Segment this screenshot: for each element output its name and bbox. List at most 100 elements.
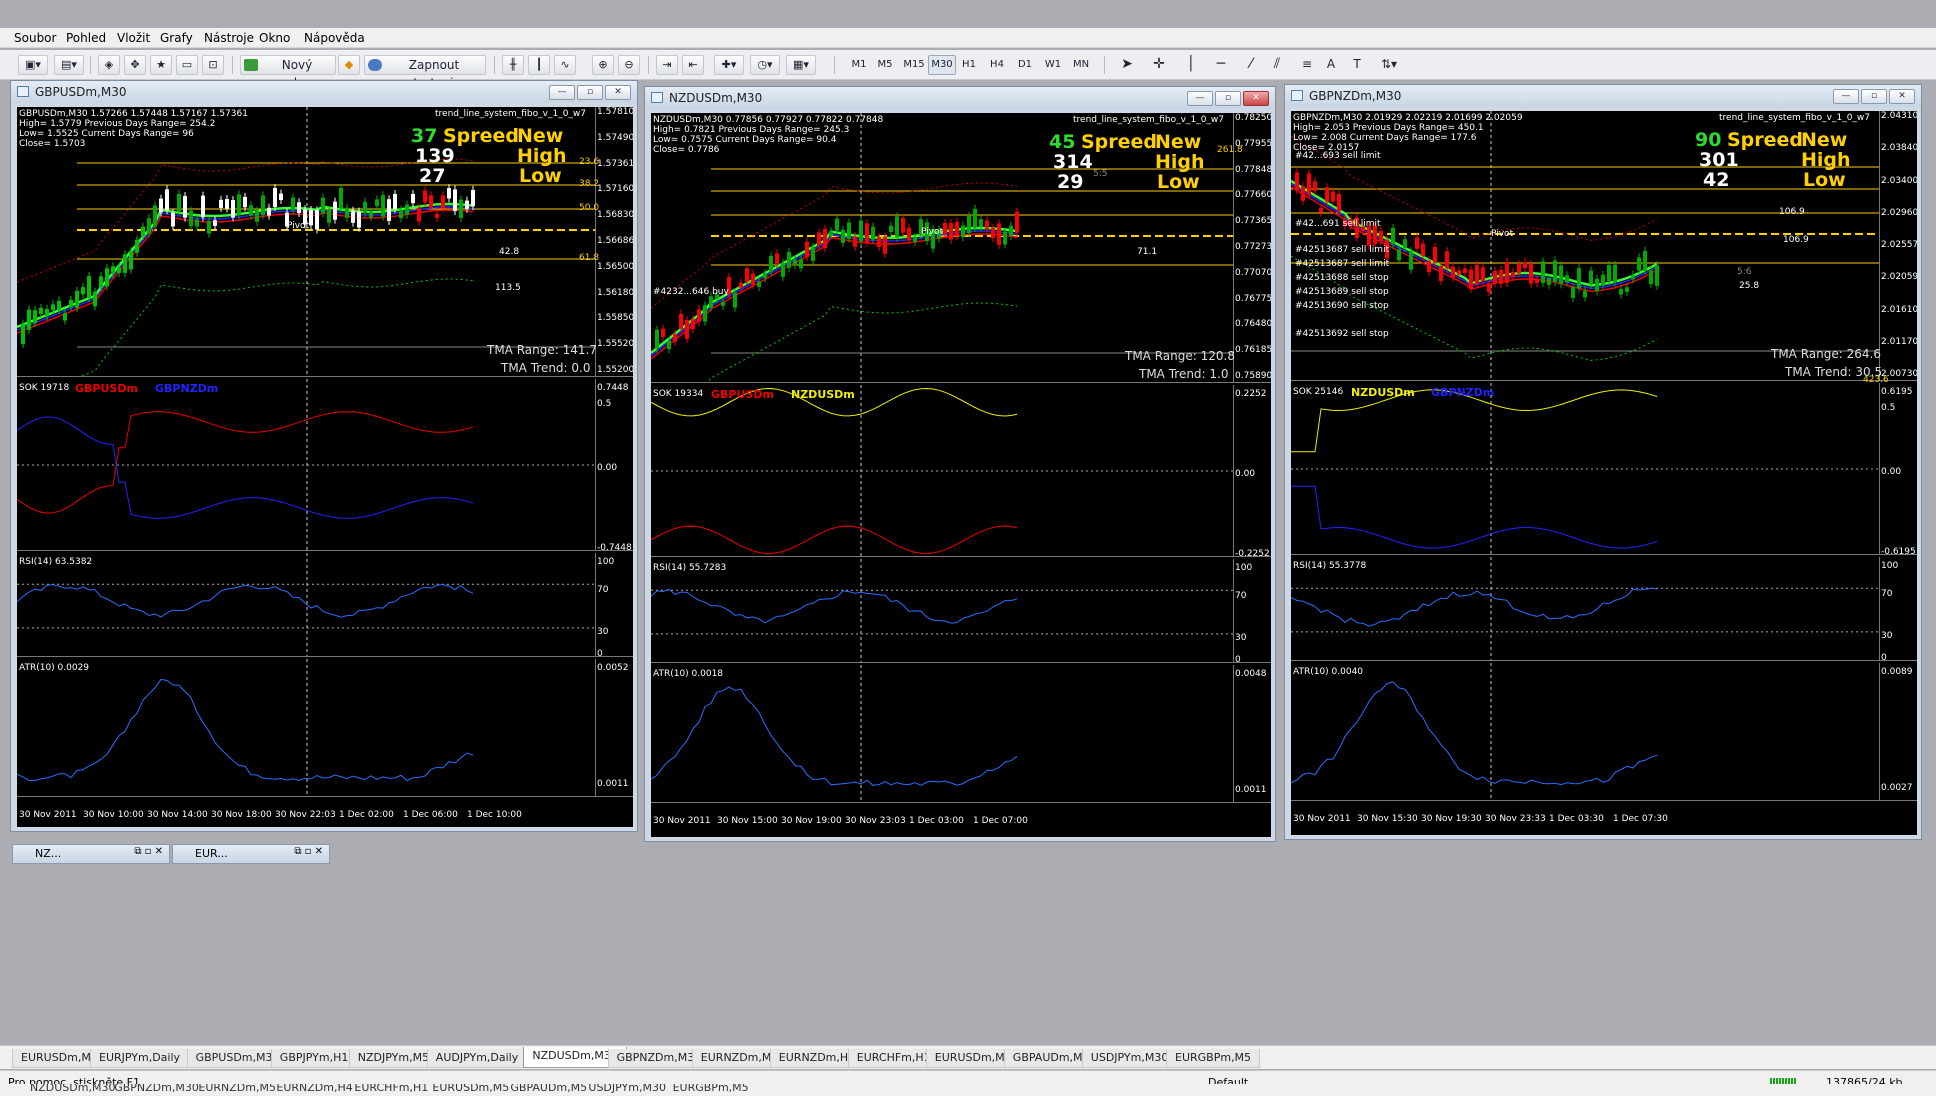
status-tab[interactable]: EURNZDm,H4 — [276, 1084, 352, 1094]
price-scale[interactable] — [595, 659, 633, 796]
text-label-icon[interactable]: T — [1346, 55, 1368, 75]
fibonacci-icon[interactable]: ≡ — [1296, 55, 1318, 75]
minimized-controls-icon[interactable]: ⧉ ▫ ✕ — [294, 846, 323, 857]
status-tab[interactable]: EURUSDm,M5 — [432, 1084, 509, 1094]
arrows-icon[interactable]: ⇅▾ — [1374, 55, 1404, 75]
window-titlebar[interactable]: GBPNZDm,M30 — ▫ ✕ — [1285, 85, 1921, 107]
chart-window[interactable]: GBPUSDm,M30 — ▫ ✕ GBPUSDm,M30 1.57266 1.… — [10, 80, 638, 832]
zoom-in-icon[interactable]: ⊕ — [592, 55, 614, 75]
channel-icon[interactable]: ⫽ — [1266, 55, 1288, 75]
sok-pane[interactable] — [17, 379, 633, 551]
timeframe-m30[interactable]: M30 — [928, 55, 956, 75]
timeframe-h1[interactable]: H1 — [956, 55, 982, 75]
chart-area[interactable]: GBPUSDm,M30 1.57266 1.57448 1.57167 1.57… — [17, 107, 633, 827]
line-chart-icon[interactable]: ∿ — [554, 55, 576, 75]
price-scale[interactable] — [1233, 559, 1271, 662]
minimized-window-1[interactable]: NZ... ⧉ ▫ ✕ — [12, 844, 170, 864]
atr-pane[interactable] — [1291, 663, 1917, 801]
rsi-pane[interactable] — [651, 559, 1271, 663]
bar-chart-icon[interactable]: ╫ — [502, 55, 524, 75]
cursor-icon[interactable]: ➤ — [1116, 55, 1138, 75]
menu-tools[interactable]: Nástroje — [204, 31, 254, 45]
maximize-button[interactable]: ▫ — [577, 85, 603, 100]
chart-shift-icon[interactable]: ⇥ — [656, 55, 678, 75]
chart-tab[interactable]: EURGBPm,M5 — [1166, 1049, 1261, 1068]
price-scale[interactable] — [1879, 663, 1917, 800]
menu-window[interactable]: Okno — [259, 31, 290, 45]
menu-charts[interactable]: Grafy — [160, 31, 193, 45]
timeframe-m15[interactable]: M15 — [900, 55, 928, 75]
autotrading-button[interactable]: Zapnout strategie — [364, 55, 486, 90]
text-icon[interactable]: A — [1320, 55, 1342, 75]
navigator-icon[interactable]: ★ — [150, 55, 172, 75]
menu-help[interactable]: Nápověda — [304, 31, 365, 45]
window-titlebar[interactable]: GBPUSDm,M30 — ▫ ✕ — [11, 81, 637, 103]
profiles-icon[interactable]: ▤▾ — [54, 55, 84, 75]
menu-file[interactable]: Soubor — [14, 31, 56, 45]
price-scale[interactable] — [1879, 557, 1917, 660]
atr-pane[interactable] — [17, 659, 633, 797]
chart-area[interactable]: NZDUSDm,M30 0.77856 0.77927 0.77822 0.77… — [651, 113, 1271, 837]
atr-pane[interactable] — [651, 665, 1271, 803]
new-order-button[interactable]: Nový pokyn — [240, 55, 336, 90]
close-button[interactable]: ✕ — [605, 85, 631, 100]
price-scale[interactable] — [1233, 665, 1271, 802]
chart-tab[interactable]: EURJPYm,Daily — [90, 1049, 190, 1068]
zoom-out-icon[interactable]: ⊖ — [618, 55, 640, 75]
menu-insert[interactable]: Vložit — [117, 31, 150, 45]
chart-tab[interactable]: USDJPYm,M30 — [1081, 1049, 1178, 1068]
metaeditor-icon[interactable]: ◆ — [338, 55, 360, 75]
timeframe-d1[interactable]: D1 — [1012, 55, 1038, 75]
tester-icon[interactable]: ⊡ — [202, 55, 224, 75]
horizontal-line-icon[interactable]: ─ — [1210, 55, 1232, 75]
maximize-button[interactable]: ▫ — [1215, 91, 1241, 106]
timeframe-mn[interactable]: MN — [1068, 55, 1094, 75]
vertical-line-icon[interactable]: │ — [1180, 55, 1202, 75]
chart-tab[interactable]: NZDJPYm,M5 — [348, 1049, 439, 1068]
timeframe-h4[interactable]: H4 — [984, 55, 1010, 75]
minimize-button[interactable]: — — [1833, 89, 1859, 104]
crosshair-icon[interactable]: ✛ — [1148, 55, 1170, 75]
sok-pane[interactable] — [1291, 383, 1917, 555]
terminal-icon[interactable]: ▭ — [176, 55, 198, 75]
chart-tab[interactable]: AUDJPYm,Daily — [426, 1049, 528, 1068]
close-button[interactable]: ✕ — [1889, 89, 1915, 104]
maximize-button[interactable]: ▫ — [1861, 89, 1887, 104]
timeframe-w1[interactable]: W1 — [1040, 55, 1066, 75]
autoscroll-icon[interactable]: ⇤ — [682, 55, 704, 75]
status-tab[interactable]: EURGBPm,M5 — [673, 1084, 749, 1094]
minimized-window-2[interactable]: EUR... ⧉ ▫ ✕ — [172, 844, 330, 864]
periods-icon[interactable]: ◷▾ — [750, 55, 780, 75]
data-window-icon[interactable]: ✥ — [124, 55, 146, 75]
chart-tab[interactable]: GBPJPYm,H1 — [270, 1049, 358, 1068]
window-titlebar[interactable]: NZDUSDm,M30 — ▫ ✕ — [645, 87, 1275, 109]
status-tab[interactable]: USDJPYm,M30 — [588, 1084, 666, 1094]
minimized-controls-icon[interactable]: ⧉ ▫ ✕ — [134, 846, 163, 857]
status-tab[interactable]: EURCHFm,H1 — [354, 1084, 428, 1094]
status-tab[interactable]: GBPAUDm,M5 — [510, 1084, 587, 1094]
minimize-button[interactable]: — — [1187, 91, 1213, 106]
rsi-pane[interactable] — [17, 553, 633, 657]
chart-area[interactable]: GBPNZDm,M30 2.01929 2.02219 2.01699 2.02… — [1291, 111, 1917, 835]
market-watch-icon[interactable]: ◈ — [98, 55, 120, 75]
status-tab[interactable]: NZDUSDm,M30 — [30, 1084, 115, 1094]
trendline-icon[interactable]: ⁄ — [1240, 55, 1262, 75]
minimize-button[interactable]: — — [549, 85, 575, 100]
timeframe-m5[interactable]: M5 — [872, 55, 898, 75]
menu-view[interactable]: Pohled — [66, 31, 106, 45]
templates-icon[interactable]: ▦▾ — [786, 55, 816, 75]
status-tab[interactable]: GBPNZDm,M30 — [114, 1084, 199, 1094]
chart-window[interactable]: GBPNZDm,M30 — ▫ ✕ GBPNZDm,M30 2.01929 2.… — [1284, 84, 1922, 840]
chart-window[interactable]: NZDUSDm,M30 — ▫ ✕ NZDUSDm,M30 0.77856 0.… — [644, 86, 1276, 842]
indicators-icon[interactable]: ✚▾ — [714, 55, 744, 75]
new-chart-icon[interactable]: ▣▾ — [18, 55, 48, 75]
rsi-pane[interactable] — [1291, 557, 1917, 661]
timeframe-m1[interactable]: M1 — [846, 55, 872, 75]
price-scale[interactable] — [595, 553, 633, 656]
status-tab[interactable]: EURNZDm,M5 — [198, 1084, 276, 1094]
sok-series-a: GBPUSDm — [75, 382, 138, 395]
high-label: High — [517, 145, 567, 167]
candlestick-icon[interactable]: ┃ — [528, 55, 550, 75]
sok-pane[interactable] — [651, 385, 1271, 557]
close-button[interactable]: ✕ — [1243, 91, 1269, 106]
